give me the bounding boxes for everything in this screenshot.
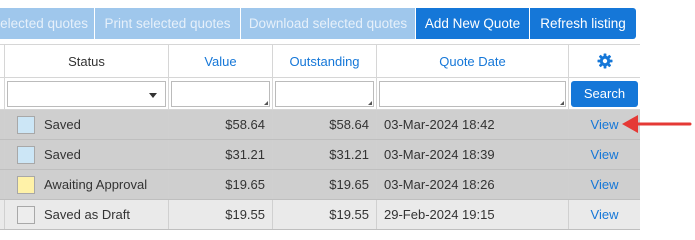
outstanding-text: $19.65 xyxy=(329,177,369,192)
value-text: $19.65 xyxy=(225,177,265,192)
outstanding-filter-input[interactable] xyxy=(275,80,374,107)
value-cell: $19.55 xyxy=(169,200,273,229)
value-text: $58.64 xyxy=(225,117,265,132)
resize-handle-icon xyxy=(368,100,372,105)
header-row: Status Value Outstanding Quote Date xyxy=(0,44,640,78)
quote-date-cell: 03-Mar-2024 18:26 xyxy=(377,170,569,199)
print-selected-quotes-button[interactable]: Print selected quotes xyxy=(95,8,241,39)
button-label: Search xyxy=(583,86,626,101)
button-label: elected quotes xyxy=(0,16,88,31)
refresh-listing-button[interactable]: Refresh listing xyxy=(530,8,636,39)
quotes-grid: Status Value Outstanding Quote Date Sear… xyxy=(0,44,640,235)
status-color-swatch xyxy=(17,115,35,134)
value-text: $19.55 xyxy=(225,207,265,222)
gear-icon[interactable] xyxy=(597,53,613,69)
resize-handle-icon xyxy=(264,100,268,105)
column-header-quote-date[interactable]: Quote Date xyxy=(377,45,569,77)
value-text: $31.21 xyxy=(225,147,265,162)
value-cell: $31.21 xyxy=(169,140,273,169)
outstanding-text: $31.21 xyxy=(329,147,369,162)
column-header-label: Status xyxy=(68,53,105,69)
download-selected-quotes-button[interactable]: Download selected quotes xyxy=(241,8,416,39)
table-row[interactable]: Saved $58.64 $58.64 03-Mar-2024 18:42 View xyxy=(0,110,640,140)
action-cell: View xyxy=(569,170,640,199)
quote-date-cell: 29-Feb-2024 19:15 xyxy=(377,200,569,229)
quote-date-cell: 03-Mar-2024 18:42 xyxy=(377,110,569,139)
status-color-swatch xyxy=(17,145,35,164)
quote-date-text: 29-Feb-2024 19:15 xyxy=(384,207,495,222)
view-link[interactable]: View xyxy=(591,207,619,222)
status-label: Awaiting Approval xyxy=(44,177,148,192)
outstanding-cell: $19.55 xyxy=(273,200,377,229)
add-new-quote-button[interactable]: Add New Quote xyxy=(416,8,530,39)
date-filter-cell xyxy=(377,78,569,109)
quote-date-text: 03-Mar-2024 18:42 xyxy=(384,117,495,132)
column-header-outstanding[interactable]: Outstanding xyxy=(273,45,377,77)
button-label: Refresh listing xyxy=(540,16,626,31)
status-label: Saved xyxy=(44,147,81,162)
outstanding-cell: $58.64 xyxy=(273,110,377,139)
status-color-swatch xyxy=(17,205,35,224)
button-label: Print selected quotes xyxy=(104,16,231,31)
status-cell: Awaiting Approval xyxy=(5,170,169,199)
action-cell: View xyxy=(569,140,640,169)
outstanding-text: $19.55 xyxy=(329,207,369,222)
quotes-panel: elected quotes Print selected quotes Dow… xyxy=(0,0,640,235)
search-button[interactable]: Search xyxy=(571,80,638,107)
button-label: Add New Quote xyxy=(424,16,521,31)
view-link[interactable]: View xyxy=(591,117,619,132)
outstanding-text: $58.64 xyxy=(329,117,369,132)
table-row[interactable]: Awaiting Approval $19.65 $19.65 03-Mar-2024… xyxy=(0,170,640,200)
column-header-value[interactable]: Value xyxy=(169,45,273,77)
column-header-status: Status xyxy=(5,45,169,77)
outstanding-cell: $31.21 xyxy=(273,140,377,169)
status-cell: Saved xyxy=(5,140,169,169)
outstanding-filter-cell xyxy=(273,78,377,109)
value-filter-input[interactable] xyxy=(171,80,270,107)
status-label: Saved as Draft xyxy=(44,207,130,222)
status-filter-dropdown[interactable] xyxy=(7,80,166,107)
status-color-swatch xyxy=(17,175,35,194)
filter-row: Search xyxy=(0,78,640,110)
button-label: Download selected quotes xyxy=(248,16,408,31)
status-filter-cell xyxy=(5,78,169,109)
action-cell: View xyxy=(569,200,640,229)
chevron-down-icon xyxy=(149,92,157,98)
quote-date-text: 03-Mar-2024 18:39 xyxy=(384,147,495,162)
search-cell: Search xyxy=(569,78,640,109)
quote-date-filter-input[interactable] xyxy=(379,80,566,107)
column-settings[interactable] xyxy=(569,45,640,77)
status-cell: Saved as Draft xyxy=(5,200,169,229)
quote-date-cell: 03-Mar-2024 18:39 xyxy=(377,140,569,169)
toolbar: elected quotes Print selected quotes Dow… xyxy=(0,8,636,39)
value-filter-cell xyxy=(169,78,273,109)
annotation-arrow-icon xyxy=(622,115,692,133)
value-cell: $19.65 xyxy=(169,170,273,199)
outstanding-cell: $19.65 xyxy=(273,170,377,199)
value-cell: $58.64 xyxy=(169,110,273,139)
column-header-label: Value xyxy=(204,53,237,69)
status-label: Saved xyxy=(44,117,81,132)
view-link[interactable]: View xyxy=(591,177,619,192)
quote-date-text: 03-Mar-2024 18:26 xyxy=(384,177,495,192)
column-header-label: Quote Date xyxy=(439,53,506,69)
resize-handle-icon xyxy=(560,100,564,105)
email-selected-quotes-button[interactable]: elected quotes xyxy=(0,8,95,39)
view-link[interactable]: View xyxy=(591,147,619,162)
table-row[interactable]: Saved $31.21 $31.21 03-Mar-2024 18:39 View xyxy=(0,140,640,170)
column-header-label: Outstanding xyxy=(289,53,360,69)
table-row[interactable]: Saved as Draft $19.55 $19.55 29-Feb-2024 19… xyxy=(0,200,640,230)
status-cell: Saved xyxy=(5,110,169,139)
